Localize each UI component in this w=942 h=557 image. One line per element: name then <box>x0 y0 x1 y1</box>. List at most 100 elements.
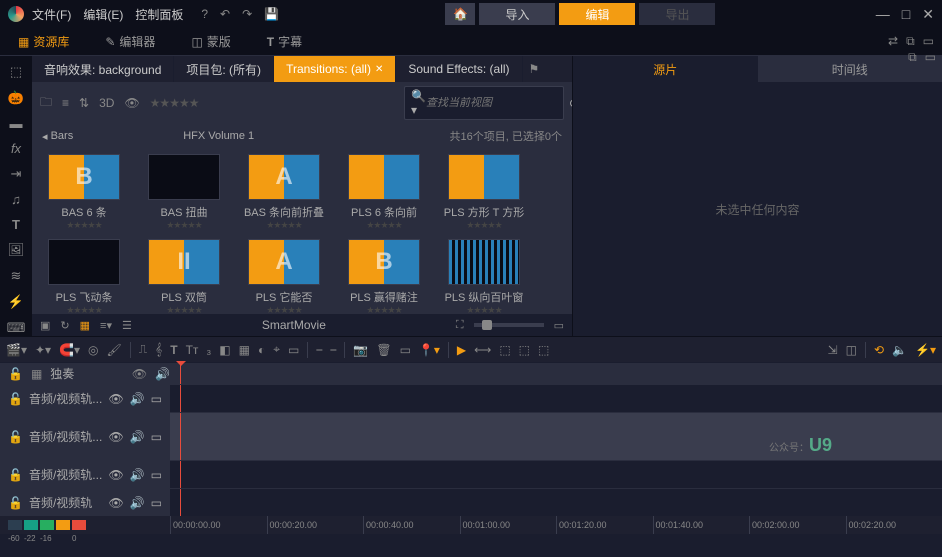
track-lock-icon[interactable]: 🔓 <box>8 430 23 444</box>
menu-control-panel[interactable]: 控制面板 <box>135 6 183 23</box>
track-body[interactable] <box>170 385 942 412</box>
menu-edit[interactable]: 编辑(E) <box>83 6 123 23</box>
tl-zoom-icon[interactable]: ⇲ <box>828 343 838 357</box>
redo-icon[interactable]: ↷ <box>242 7 252 21</box>
pumpkin-icon[interactable]: 🎃 <box>8 90 24 106</box>
maximize-icon[interactable]: □ <box>902 6 910 23</box>
tl-join-icon[interactable]: ⎯ <box>330 342 336 357</box>
tab-mask[interactable]: ◫ 蒙版 <box>173 28 248 55</box>
bc-bars[interactable]: Bars <box>51 130 74 142</box>
preview-copy-icon[interactable]: ⧉ <box>908 50 917 65</box>
thumb-rating[interactable]: ★★★★★ <box>166 220 201 231</box>
bf-menu-icon[interactable]: ☰ <box>122 319 132 332</box>
track-monitor-icon[interactable]: ▭ <box>151 496 162 510</box>
track-lock-icon[interactable]: 🔓 <box>8 468 23 482</box>
tl-cam-icon[interactable]: 📷 <box>353 343 368 357</box>
keyboard-icon[interactable]: ⌨ <box>7 320 26 336</box>
tl-clip-icon[interactable]: ▭ <box>400 343 411 357</box>
threed-toggle[interactable]: 3D <box>99 96 114 110</box>
thumb-rating[interactable]: ★★★★★ <box>266 220 301 231</box>
track-body[interactable]: 公众号：U9 <box>170 413 942 460</box>
track-lock-icon[interactable]: 🔓 <box>8 392 23 406</box>
import-button[interactable]: 导入 <box>479 3 555 25</box>
bin-icon[interactable]: ⬚ <box>10 64 22 80</box>
tl-target-icon[interactable]: ◎ <box>88 343 98 357</box>
tl-grid-icon[interactable]: ▦ <box>239 343 250 357</box>
zoom-slider[interactable] <box>474 323 544 327</box>
track-monitor-icon[interactable]: ▭ <box>151 430 162 444</box>
filter-sound-effect[interactable]: 音响效果: background <box>32 56 174 82</box>
thumb-item[interactable]: BAS 6 条★★★★★ <box>38 154 130 231</box>
tl-audio-icon[interactable]: 🔈 <box>892 343 907 357</box>
menu-file[interactable]: 文件(F) <box>32 6 71 23</box>
search-box[interactable]: 🔍▾ ⊘ <box>404 86 564 120</box>
layout-icon[interactable]: ▭ <box>923 34 934 49</box>
track-head[interactable]: 🔓音频/视频轨👁🔊▭ <box>0 489 170 516</box>
track-head[interactable]: 🔓音频/视频轨...👁🔊▭ <box>0 385 170 412</box>
thumb-item[interactable]: PLS 赢得赌注★★★★★ <box>338 239 430 314</box>
thumb-item[interactable]: PLS 方形 T 方形★★★★★ <box>438 154 530 231</box>
image-icon[interactable]: 🖼 <box>8 242 25 258</box>
tool-icon[interactable]: ⚡ <box>8 294 24 310</box>
thumb-rating[interactable]: ★★★★★ <box>466 220 501 231</box>
track-eye-icon[interactable]: 👁 <box>108 392 123 406</box>
tl-record-icon[interactable]: ⟲ <box>874 343 884 357</box>
thumb-rating[interactable]: ★★★★★ <box>66 220 101 231</box>
undo-icon[interactable]: ↶ <box>220 7 230 21</box>
tl-snap-icon[interactable]: 🧲▾ <box>59 343 80 357</box>
tl-split-icon[interactable]: ◧ <box>219 343 230 357</box>
tl-slip-icon[interactable]: ⬚ <box>499 343 510 357</box>
bf-list-icon[interactable]: ≡▾ <box>100 319 112 332</box>
help-icon[interactable]: ? <box>201 7 208 21</box>
track-lock-icon[interactable]: 🔓 <box>8 367 23 381</box>
tl-tt-icon[interactable]: Tт <box>186 343 199 357</box>
track-speaker-icon[interactable]: 🔊 <box>130 468 145 482</box>
track-eye-icon[interactable]: 👁 <box>108 430 123 444</box>
tl-mask-icon[interactable]: ▭ <box>288 343 299 357</box>
search-input[interactable] <box>426 97 569 109</box>
music-icon[interactable]: ♫ <box>11 192 21 207</box>
smartmovie-label[interactable]: SmartMovie <box>142 318 446 332</box>
bf-icon1[interactable]: ▣ <box>40 319 50 332</box>
bf-expand-icon[interactable]: ⛶ <box>456 319 464 332</box>
track-monitor-icon[interactable]: ▭ <box>151 392 162 406</box>
thumb-item[interactable]: PLS 6 条向前★★★★★ <box>338 154 430 231</box>
folder-open-icon[interactable]: 🗀 <box>40 93 52 114</box>
edit-button[interactable]: 编辑 <box>559 3 635 25</box>
thumb-item[interactable]: BAS 扭曲★★★★★ <box>138 154 230 231</box>
track-lock-icon[interactable]: 🔓 <box>8 496 23 510</box>
tab-editor[interactable]: ✎ 编辑器 <box>87 28 173 55</box>
save-icon[interactable]: 💾 <box>264 7 279 21</box>
tag-icon[interactable]: 👁 <box>124 96 139 110</box>
bc-volume[interactable]: HFX Volume 1 <box>183 130 254 142</box>
filter-transitions[interactable]: Transitions: (all)✕ <box>274 56 396 82</box>
preview-tab-source[interactable]: 源片 <box>573 56 758 82</box>
thumb-rating[interactable]: ★★★★★ <box>266 305 301 314</box>
thumb-item[interactable]: PLS 它能否★★★★★ <box>238 239 330 314</box>
tl-range-icon[interactable]: ⟷ <box>474 343 491 357</box>
tl-text-icon[interactable]: T <box>170 343 177 357</box>
track-monitor-icon[interactable]: ▭ <box>151 468 162 482</box>
tl-clapper-icon[interactable]: 🎬▾ <box>6 343 27 357</box>
tl-three-icon[interactable]: ₃ <box>206 343 211 357</box>
track-body[interactable] <box>170 461 942 488</box>
track-body[interactable] <box>170 489 942 516</box>
filter-project[interactable]: 项目包: (所有) <box>174 56 274 82</box>
tl-paint-icon[interactable]: 🖌 <box>107 343 122 357</box>
thumb-item[interactable]: BAS 条向前折叠★★★★★ <box>238 154 330 231</box>
tl-slide-icon[interactable]: ⬚ <box>519 343 530 357</box>
fx-icon[interactable]: fx <box>11 141 21 156</box>
transition-icon[interactable]: ⇥ <box>11 166 22 182</box>
track-speaker-icon[interactable]: 🔊 <box>130 392 145 406</box>
tl-settings-icon[interactable]: ⚡▾ <box>915 343 936 357</box>
bf-end-icon[interactable]: ▭ <box>554 319 564 332</box>
close-icon[interactable]: ✕ <box>922 6 934 23</box>
tl-music-icon[interactable]: 𝄞 <box>155 342 162 357</box>
bc-arrow-icon[interactable]: ◂ <box>42 130 48 143</box>
tl-roll-icon[interactable]: ⬚ <box>538 343 549 357</box>
folder-icon[interactable]: ▬ <box>10 116 23 131</box>
tab-library[interactable]: ▦ 资源库 <box>0 28 87 55</box>
thumb-item[interactable]: PLS 双筒★★★★★ <box>138 239 230 314</box>
track-head[interactable]: 🔓音频/视频轨...👁🔊▭ <box>0 413 170 460</box>
thumb-rating[interactable]: ★★★★★ <box>366 220 401 231</box>
